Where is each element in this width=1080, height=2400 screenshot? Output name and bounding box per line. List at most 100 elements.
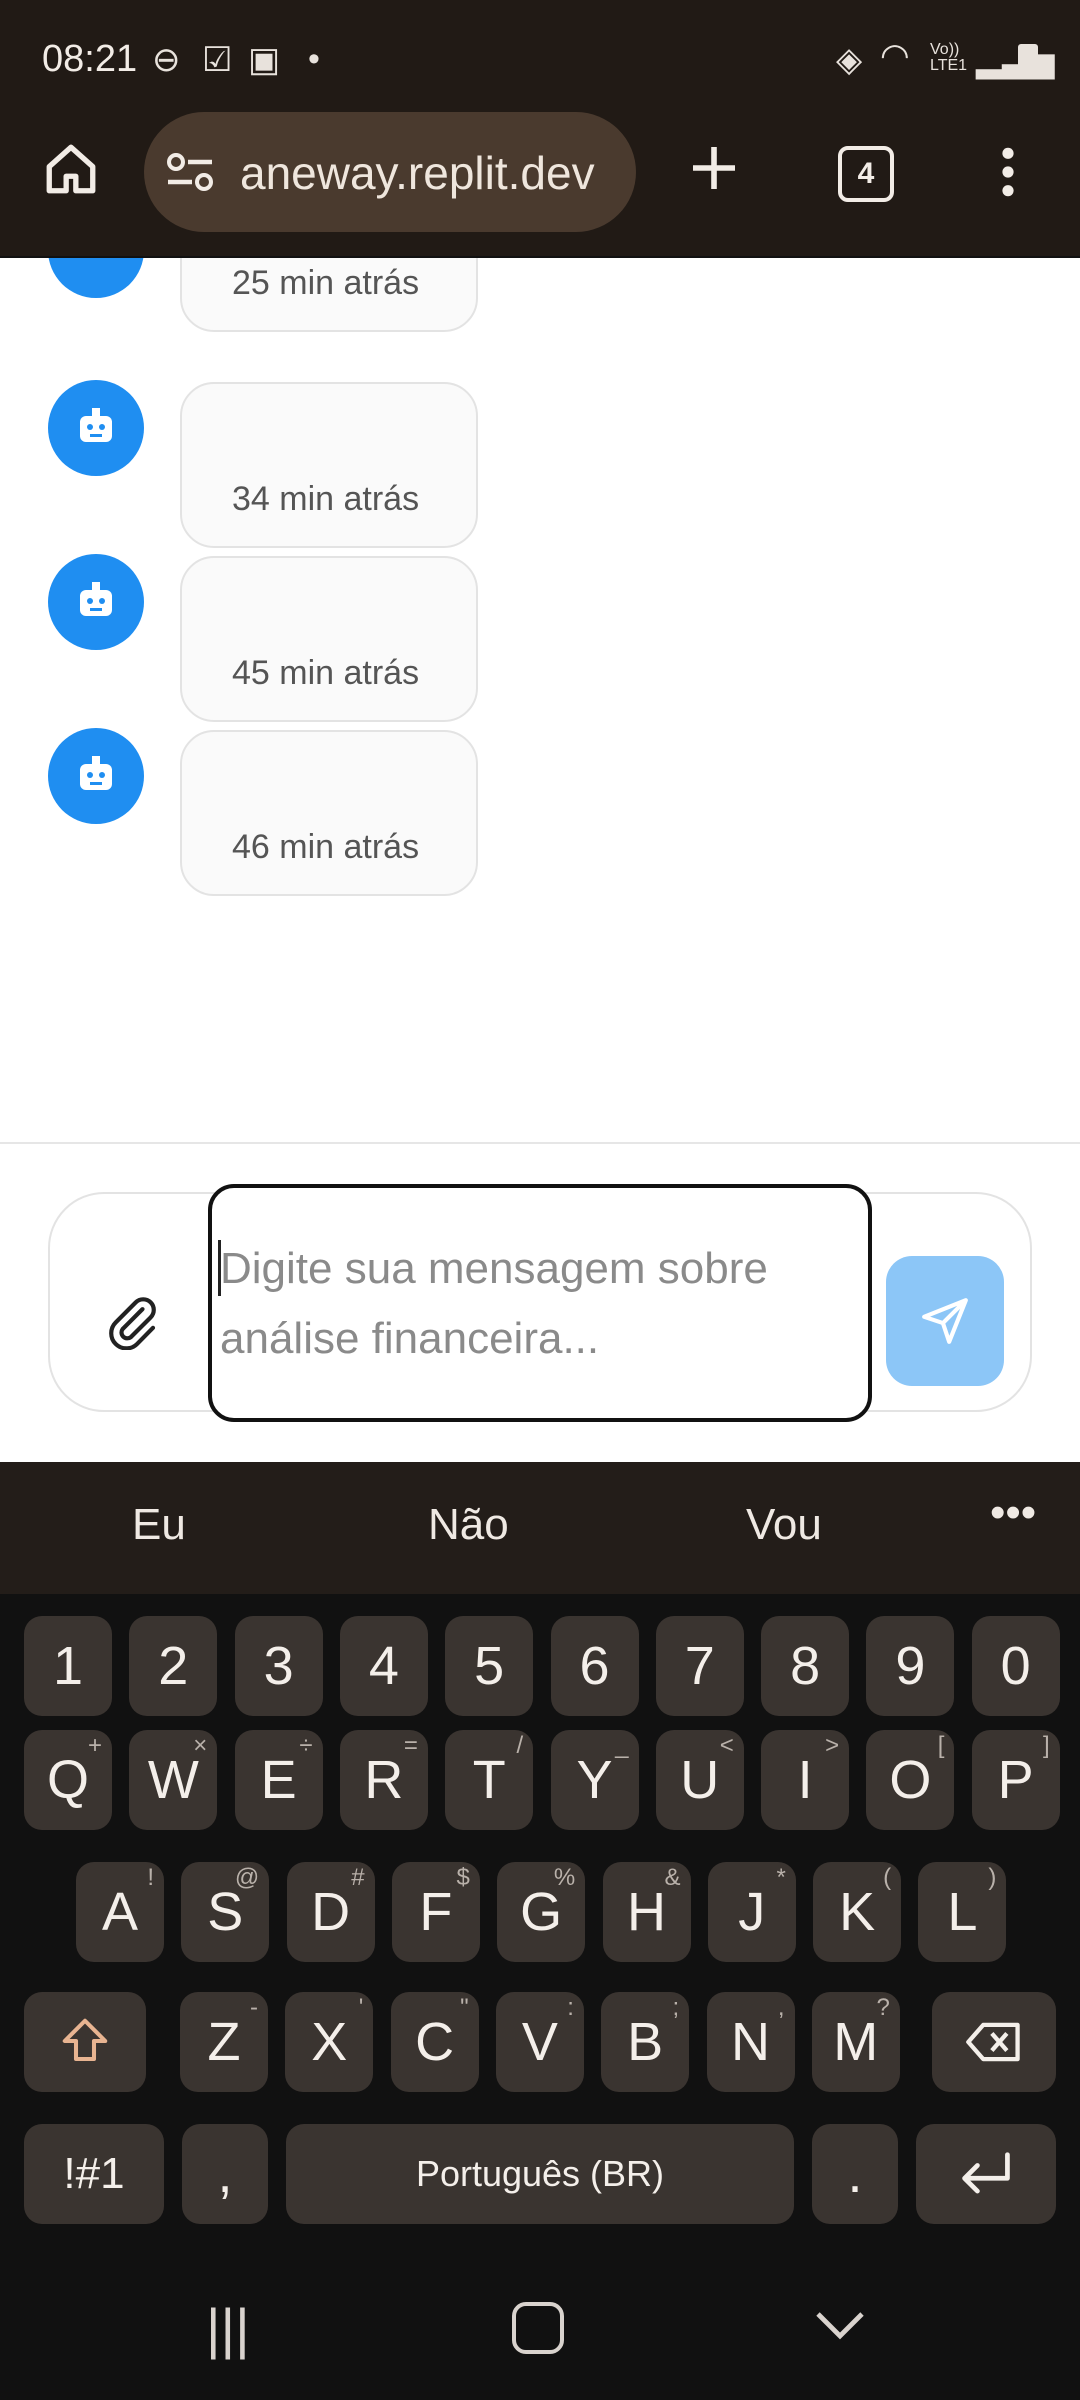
suggestion[interactable]: Vou <box>746 1500 822 1550</box>
key-4[interactable]: 4 <box>339 1616 428 1716</box>
key-6[interactable]: 6 <box>550 1616 639 1716</box>
key-hint: ] <box>1043 1732 1050 1759</box>
key-label: N <box>731 2012 770 2072</box>
key-b[interactable]: B; <box>601 1992 690 2092</box>
hide-keyboard-icon[interactable] <box>812 2308 868 2349</box>
key-hint: " <box>460 1994 469 2021</box>
key-c[interactable]: C " <box>390 1992 479 2092</box>
wifi-icon: ◠ <box>880 37 910 75</box>
key-n[interactable]: N, <box>706 1992 795 2092</box>
suggestion[interactable]: Eu <box>132 1500 186 1550</box>
key-hint: ( <box>883 1864 892 1891</box>
key-hint: # <box>351 1864 365 1891</box>
key-3[interactable]: 3 <box>234 1616 323 1716</box>
shift-key[interactable] <box>24 1992 146 2092</box>
recent-apps-icon[interactable]: ||| <box>206 2296 250 2361</box>
bot-avatar <box>48 258 144 298</box>
key-label: B <box>627 2012 664 2072</box>
status-time: 08:21 <box>42 38 138 80</box>
key-s[interactable]: S @ <box>181 1862 270 1962</box>
key-label: Y <box>576 1750 613 1810</box>
signal-icon: ▂▃▅ <box>976 41 1055 79</box>
key-0[interactable]: 0 <box>971 1616 1060 1716</box>
send-button[interactable] <box>886 1256 1004 1386</box>
key-x[interactable]: X ' <box>285 1992 374 2092</box>
tab-switcher-button[interactable]: 4 <box>838 146 894 202</box>
key-e[interactable]: E ÷ <box>234 1730 323 1830</box>
key-m[interactable]: M? <box>811 1992 900 2092</box>
key-j[interactable]: J * <box>707 1862 796 1962</box>
key-l[interactable]: L) <box>918 1862 1007 1962</box>
key-label: O <box>889 1750 932 1810</box>
check-icon: ☑ <box>202 41 233 79</box>
dnd-icon: ⊖ <box>152 41 181 79</box>
key-8[interactable]: 8 <box>761 1616 850 1716</box>
url-text[interactable]: aneway.replit.dev <box>240 146 595 200</box>
key-d[interactable]: D # <box>286 1862 375 1962</box>
message-time: 45 min atrás <box>232 654 420 692</box>
key-g[interactable]: G% <box>497 1862 586 1962</box>
key-t[interactable]: T / <box>445 1730 534 1830</box>
site-settings-icon[interactable] <box>164 150 216 199</box>
key-label: I <box>797 1750 813 1810</box>
key-hint: × <box>193 1732 208 1759</box>
message-placeholder[interactable]: Digite sua mensagem sobre análise financ… <box>220 1234 860 1374</box>
key-h[interactable]: H & <box>602 1862 691 1962</box>
key-1[interactable]: 1 <box>24 1616 112 1716</box>
comma-key[interactable]: , <box>182 2124 268 2224</box>
enter-key[interactable] <box>916 2124 1056 2224</box>
key-label: M <box>833 2012 879 2072</box>
key-y[interactable]: Y _ <box>550 1730 639 1830</box>
bot-avatar <box>48 554 144 650</box>
key-w[interactable]: W × <box>129 1730 218 1830</box>
voicemail-icon: ▣ <box>248 41 281 79</box>
attach-icon[interactable] <box>104 1294 160 1355</box>
key-z[interactable]: Z- <box>180 1992 268 2092</box>
key-2[interactable]: 2 <box>129 1616 218 1716</box>
key-label: 9 <box>895 1636 926 1696</box>
key-9[interactable]: 9 <box>866 1616 955 1716</box>
key-label: 3 <box>263 1636 294 1696</box>
key-5[interactable]: 5 <box>445 1616 534 1716</box>
key-label: V <box>521 2012 558 2072</box>
backspace-key[interactable] <box>932 1992 1056 2092</box>
home-nav-icon[interactable] <box>512 2302 564 2354</box>
message-bubble: 46 min atrás <box>180 730 478 896</box>
key-hint: @ <box>234 1864 260 1891</box>
symbols-key[interactable]: !#1 <box>24 2124 164 2224</box>
key-label: T <box>472 1750 506 1810</box>
key-i[interactable]: I > <box>761 1730 850 1830</box>
more-suggestions-icon[interactable]: ••• <box>990 1488 1036 1538</box>
key-u[interactable]: U < <box>655 1730 744 1830</box>
key-label: Z <box>207 2012 241 2072</box>
key-label: H <box>627 1882 666 1942</box>
key-hint: ÷ <box>299 1732 313 1759</box>
menu-icon[interactable] <box>994 144 1022 205</box>
key-hint: ' <box>358 1994 364 2021</box>
message-time: 34 min atrás <box>232 480 420 518</box>
key-o[interactable]: O[ <box>866 1730 955 1830</box>
period-key[interactable]: . <box>812 2124 898 2224</box>
key-label: P <box>997 1750 1034 1810</box>
key-f[interactable]: F $ <box>391 1862 480 1962</box>
key-7[interactable]: 7 <box>655 1616 744 1716</box>
key-label: U <box>680 1750 720 1810</box>
bot-avatar <box>48 380 144 476</box>
key-p[interactable]: P] <box>971 1730 1060 1830</box>
home-icon[interactable] <box>42 140 100 203</box>
suggestion[interactable]: Não <box>428 1500 509 1550</box>
key-hint: / <box>516 1732 524 1759</box>
key-label: 8 <box>790 1636 821 1696</box>
key-hint: ? <box>876 1994 890 2021</box>
volte-icon: Vo)) LTE1 <box>930 41 968 74</box>
key-a[interactable]: A! <box>76 1862 164 1962</box>
key-label: G <box>520 1882 563 1942</box>
key-k[interactable]: K( <box>813 1862 902 1962</box>
key-hint: + <box>87 1732 102 1759</box>
space-key[interactable]: Português (BR) <box>286 2124 794 2224</box>
key-q[interactable]: Q + <box>24 1730 112 1830</box>
key-r[interactable]: R = <box>339 1730 428 1830</box>
key-hint: > <box>825 1732 840 1759</box>
new-tab-icon[interactable] <box>686 140 742 201</box>
key-v[interactable]: V: <box>495 1992 584 2092</box>
